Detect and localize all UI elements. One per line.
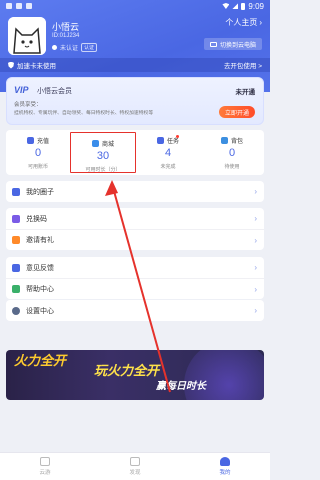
nickname: 小悟云 bbox=[52, 22, 80, 32]
homepage-label: 个人主页 bbox=[225, 18, 258, 27]
menu-item-feedback[interactable]: 意见反馈 › bbox=[6, 257, 264, 278]
tab-mine[interactable]: 我的 bbox=[180, 453, 270, 480]
menu-item-help[interactable]: 帮助中心 › bbox=[6, 278, 264, 299]
menu-group-settings: 设置中心 › bbox=[6, 300, 264, 321]
homepage-link[interactable]: 个人主页 › bbox=[225, 17, 262, 28]
switch-label: 切换到云电脑 bbox=[219, 42, 256, 49]
stat-value: 30 bbox=[96, 150, 110, 162]
chevron-right-icon: › bbox=[254, 285, 257, 294]
menu-item-redeem-code[interactable]: 兑换码 › bbox=[6, 208, 264, 229]
tab-label: 发现 bbox=[129, 470, 141, 476]
gamepad-icon bbox=[130, 457, 140, 466]
vip-status: 未开通 bbox=[235, 89, 256, 96]
menu-label: 兑换码 bbox=[26, 215, 47, 223]
stat-value: 4 bbox=[164, 147, 172, 159]
status-indicators: 9:09 bbox=[222, 2, 264, 11]
menu-label: 我的圈子 bbox=[26, 188, 54, 196]
stat-value: 0 bbox=[34, 147, 42, 159]
promo-banner[interactable]: 火力全开 玩火力全开 赢每日时长 bbox=[6, 350, 264, 400]
verify-text: 未认证 bbox=[60, 46, 79, 52]
stat-label: 商城 bbox=[101, 142, 114, 148]
stat-value: 0 bbox=[228, 147, 236, 159]
status-notifications bbox=[6, 3, 32, 9]
banner-subtitle: 赢每日时长 bbox=[156, 381, 206, 392]
stat-sub: 可用账币 bbox=[27, 164, 48, 170]
help-icon bbox=[12, 285, 20, 293]
menu-label: 邀请有礼 bbox=[26, 237, 54, 244]
switch-cloud-pc-button[interactable]: 切换到云电脑 bbox=[203, 38, 262, 50]
store-icon bbox=[91, 140, 99, 147]
monitor-icon bbox=[209, 41, 217, 47]
verify-icon bbox=[52, 45, 57, 50]
menu-label: 设置中心 bbox=[26, 307, 54, 315]
signal-icon bbox=[232, 3, 239, 9]
status-bar: 9:09 bbox=[0, 0, 270, 12]
stat-mall[interactable]: 商城 30 可用时长（分） bbox=[70, 132, 136, 173]
notification-icon bbox=[6, 3, 12, 9]
status-time: 9:09 bbox=[248, 1, 264, 11]
accel-right-link[interactable]: 去开包使用 > bbox=[224, 60, 262, 70]
vip-benefits: 挂机特权、专属玩伴、自动领奖、每日特权时长、特权加速特权等 bbox=[14, 111, 154, 116]
accel-card-bar[interactable]: 加速卡未使用 去开包使用 > bbox=[0, 58, 270, 72]
vip-benefit-title: 会员享受： bbox=[14, 102, 42, 108]
tab-label: 云游 bbox=[39, 470, 51, 476]
chevron-right-icon: › bbox=[254, 187, 257, 196]
tab-discover[interactable]: 发现 bbox=[90, 453, 180, 480]
avatar[interactable] bbox=[8, 17, 46, 55]
stat-label: 充值 bbox=[36, 139, 49, 145]
stat-tasks[interactable]: 任务 4 未完成 bbox=[136, 130, 200, 175]
task-badge bbox=[176, 135, 179, 138]
wallet-icon bbox=[26, 137, 34, 144]
user-id: ID:01J234 bbox=[52, 33, 80, 39]
user-icon bbox=[220, 457, 230, 466]
tab-label: 我的 bbox=[219, 470, 231, 476]
menu-item-invite[interactable]: 邀请有礼 › bbox=[6, 229, 264, 250]
verify-status[interactable]: 未认证 认证 bbox=[52, 43, 98, 52]
cat-avatar-icon bbox=[8, 17, 46, 55]
vip-open-button[interactable]: 立即开通 bbox=[218, 106, 255, 118]
menu-label: 帮助中心 bbox=[26, 286, 54, 293]
gift-icon bbox=[12, 236, 20, 244]
stat-backpack[interactable]: 背包 0 待使用 bbox=[200, 130, 264, 175]
menu-item-my-circle[interactable]: 我的圈子 › bbox=[6, 181, 264, 202]
notification-icon bbox=[16, 3, 22, 9]
stat-sub: 可用时长（分） bbox=[85, 167, 121, 173]
wifi-icon bbox=[222, 3, 230, 9]
battery-icon bbox=[241, 2, 246, 10]
task-icon bbox=[156, 137, 164, 144]
menu-label: 意见反馈 bbox=[26, 264, 54, 272]
menu-group-circle: 我的圈子 › bbox=[6, 181, 264, 202]
gear-icon bbox=[12, 306, 20, 315]
banner-title: 玩火力全开 bbox=[94, 363, 160, 378]
chevron-right-icon: › bbox=[259, 18, 262, 27]
circle-icon bbox=[12, 187, 20, 196]
verify-tag: 认证 bbox=[81, 43, 98, 52]
ticket-icon bbox=[12, 214, 20, 223]
play-icon bbox=[40, 457, 50, 466]
vip-logo: VIP bbox=[14, 85, 29, 95]
notification-icon bbox=[26, 3, 32, 9]
accel-left-text: 加速卡未使用 bbox=[17, 63, 56, 70]
menu-item-settings[interactable]: 设置中心 › bbox=[6, 300, 264, 321]
tab-cloud-play[interactable]: 云游 bbox=[0, 453, 90, 480]
stat-label: 背包 bbox=[230, 139, 243, 145]
backpack-icon bbox=[220, 137, 228, 144]
stat-recharge[interactable]: 充值 0 可用账币 bbox=[6, 130, 70, 175]
chevron-right-icon: › bbox=[254, 306, 257, 315]
menu-group-rewards: 兑换码 › 邀请有礼 › bbox=[6, 208, 264, 250]
chevron-right-icon: › bbox=[254, 263, 257, 272]
menu-group-support: 意见反馈 › 帮助中心 › bbox=[6, 257, 264, 299]
banner-glow bbox=[184, 350, 264, 400]
banner-left-title: 火力全开 bbox=[14, 353, 67, 368]
stat-sub: 待使用 bbox=[224, 164, 240, 170]
stats-panel: 充值 0 可用账币 商城 30 可用时长（分） 任务 4 未完成 背包 0 待使… bbox=[6, 130, 264, 175]
shield-icon bbox=[8, 61, 14, 69]
vip-card[interactable]: VIP 小悟云会员 未开通 会员享受： 挂机特权、专属玩伴、自动领奖、每日特权时… bbox=[6, 77, 264, 125]
chevron-right-icon: › bbox=[254, 214, 257, 223]
bottom-tab-bar: 云游 发现 我的 bbox=[0, 452, 270, 480]
stat-sub: 未完成 bbox=[160, 164, 176, 170]
vip-name: 小悟云会员 bbox=[37, 88, 72, 95]
feedback-icon bbox=[12, 263, 20, 272]
chevron-right-icon: › bbox=[254, 236, 257, 245]
